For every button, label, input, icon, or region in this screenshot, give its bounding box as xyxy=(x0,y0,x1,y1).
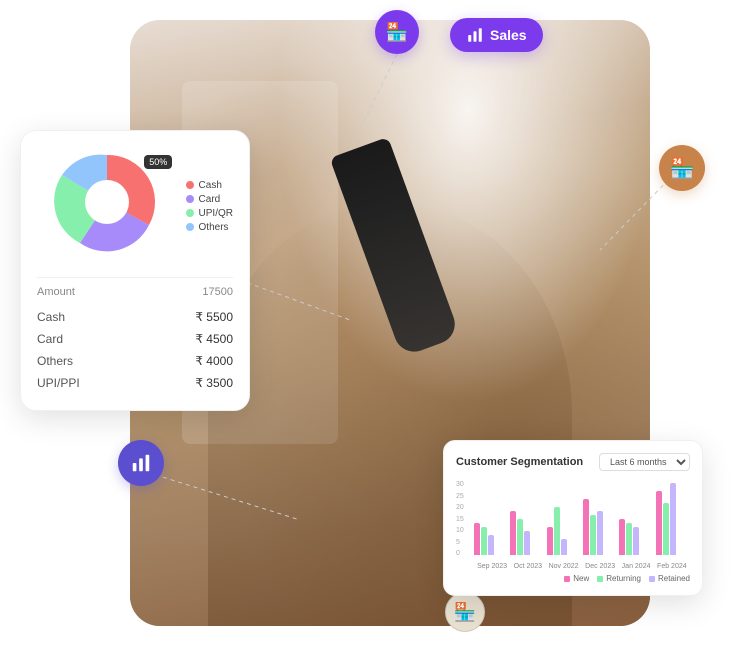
legend-cash: Cash xyxy=(186,180,233,191)
bar-jan-retained xyxy=(633,527,639,555)
x-axis: Sep 2023 Oct 2023 Nov 2022 Dec 2023 Jan … xyxy=(474,563,690,570)
seg-header: Customer Segmentation Last 6 months xyxy=(456,453,690,471)
sales-badge[interactable]: Sales xyxy=(450,18,543,52)
bar-oct-new xyxy=(510,511,516,555)
x-label-oct: Oct 2023 xyxy=(514,563,542,570)
chart-area: Sep 2023 Oct 2023 Nov 2022 Dec 2023 Jan … xyxy=(474,479,690,570)
bar-nov-returning xyxy=(554,507,560,555)
bar-group-jan xyxy=(619,519,653,555)
chart-wrapper: 0 5 10 15 20 25 30 xyxy=(456,479,690,570)
seg-legend-new: New xyxy=(564,574,589,583)
bar-group-sep xyxy=(474,523,508,555)
seg-dropdown[interactable]: Last 6 months xyxy=(599,453,690,471)
bar-group-feb xyxy=(656,483,690,555)
bar-dec-returning xyxy=(590,515,596,555)
x-label-feb: Feb 2024 xyxy=(657,563,687,570)
x-label-dec: Dec 2023 xyxy=(585,563,615,570)
bar-sep-new xyxy=(474,523,480,555)
seg-title: Customer Segmentation xyxy=(456,456,583,468)
store-icon-right: 🏪 xyxy=(659,145,705,191)
row-others: Others ₹ 4000 xyxy=(37,350,233,372)
bar-jan-returning xyxy=(626,523,632,555)
payment-card: 50% Cash Card UPI/QR Others xyxy=(20,130,250,411)
bar-group-dec xyxy=(583,499,617,555)
bar-chart-left-icon xyxy=(130,452,152,474)
card-divider xyxy=(37,277,233,278)
bar-chart-icon xyxy=(466,26,484,44)
y-axis: 0 5 10 15 20 25 30 xyxy=(456,479,464,559)
legend-upi: UPI/QR xyxy=(186,208,233,219)
amount-header: Amount 17500 xyxy=(37,286,233,298)
scene: 🏪 Sales 🏪 xyxy=(0,0,733,646)
bar-oct-returning xyxy=(517,519,523,555)
bar-feb-returning xyxy=(663,503,669,555)
segmentation-card: Customer Segmentation Last 6 months 0 5 … xyxy=(443,440,703,596)
bar-dec-new xyxy=(583,499,589,555)
legend-others: Others xyxy=(186,222,233,233)
bar-sep-retained xyxy=(488,535,494,555)
seg-legend: New Returning Retained xyxy=(456,574,690,583)
store-icon-bottom: 🏪 xyxy=(445,592,485,632)
x-label-sep: Sep 2023 xyxy=(477,563,507,570)
bar-group-nov xyxy=(547,507,581,555)
row-upi: UPI/PPI ₹ 3500 xyxy=(37,372,233,394)
bar-jan-new xyxy=(619,519,625,555)
amount-label: Amount xyxy=(37,286,75,298)
bar-oct-retained xyxy=(524,531,530,555)
bar-feb-new xyxy=(656,491,662,555)
sales-badge-label: Sales xyxy=(490,27,527,43)
pie-legend: Cash Card UPI/QR Others xyxy=(186,180,233,233)
x-label-jan: Jan 2024 xyxy=(622,563,651,570)
bar-nov-retained xyxy=(561,539,567,555)
amount-total: 17500 xyxy=(202,286,233,298)
x-label-nov: Nov 2022 xyxy=(549,563,579,570)
pie-percentage-label: 50% xyxy=(144,155,172,169)
row-cash: Cash ₹ 5500 xyxy=(37,306,233,328)
bar-dec-retained xyxy=(597,511,603,555)
row-card: Card ₹ 4500 xyxy=(37,328,233,350)
seg-legend-returning: Returning xyxy=(597,574,641,583)
bar-nov-new xyxy=(547,527,553,555)
store-icon-top: 🏪 xyxy=(375,10,419,54)
chart-icon-left xyxy=(118,440,164,486)
seg-legend-retained: Retained xyxy=(649,574,690,583)
bar-group-oct xyxy=(510,511,544,555)
legend-card: Card xyxy=(186,194,233,205)
pie-chart-container: 50% xyxy=(52,147,162,257)
bar-feb-retained xyxy=(670,483,676,555)
bar-chart xyxy=(474,479,690,559)
bar-sep-returning xyxy=(481,527,487,555)
